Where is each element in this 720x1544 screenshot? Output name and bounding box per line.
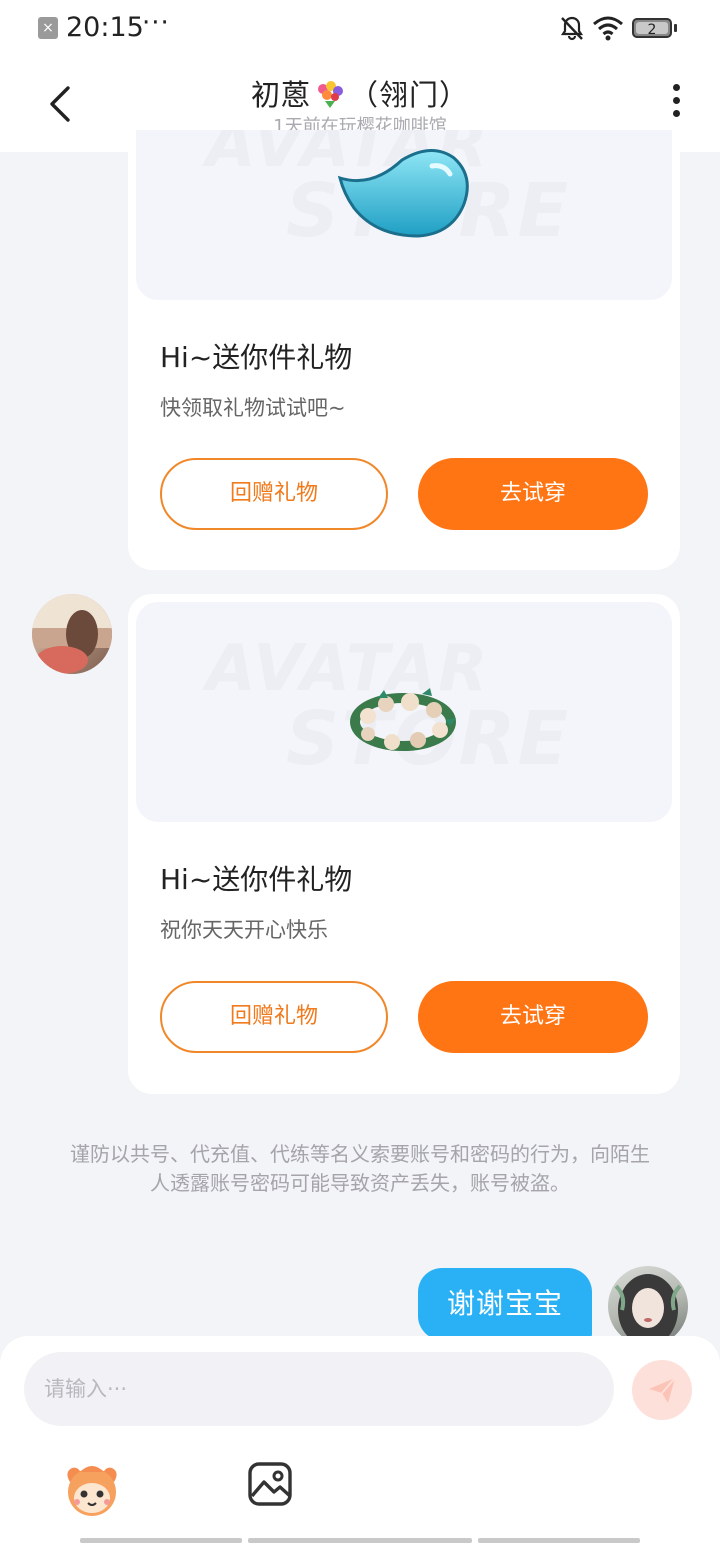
input-bar: 请输入···: [0, 1336, 720, 1544]
contact-name: 初蒽: [250, 78, 311, 112]
security-warning: 谨防以共号、代充值、代练等名义索要账号和密码的行为，向陌生人透露账号密码可能导致…: [70, 1142, 650, 1195]
send-button[interactable]: [632, 1360, 692, 1420]
message-input[interactable]: 请输入···: [24, 1352, 614, 1426]
notification-icon: ×: [38, 17, 58, 39]
emoji-sticker-button[interactable]: [60, 1458, 124, 1522]
battery-icon: 2: [632, 18, 672, 38]
status-time: 20:15: [66, 12, 144, 43]
my-avatar[interactable]: [608, 1266, 688, 1346]
gift-item-image: [337, 149, 469, 238]
gift-card-message: 祝你天天开心快乐: [160, 918, 328, 942]
wifi-icon: [593, 16, 623, 41]
mute-bell-icon: [560, 16, 584, 41]
friend-avatar[interactable]: [32, 594, 112, 674]
bouquet-emoji-icon: [318, 81, 343, 108]
status-bar: × 20:15 ··· 2: [0, 0, 720, 58]
gift-card-message: 快领取礼物试试吧~: [160, 396, 346, 420]
image-picker-icon[interactable]: [246, 1460, 294, 1508]
gift-card-title: Hi~送你件礼物: [160, 863, 353, 896]
gift-card-title: Hi~送你件礼物: [160, 341, 353, 374]
gift-card: AVATAR STORE Hi~送你件礼物 祝你天天开心快乐 回赠礼物 去试穿: [128, 594, 680, 1094]
return-gift-button[interactable]: 回赠礼物: [160, 458, 388, 530]
gift-card: AVATAR STORE Hi~送你件礼物 快领取礼物试试吧~ 回赠礼物 去试穿: [128, 130, 680, 570]
nav-indicator: [478, 1538, 640, 1543]
status-dots: ···: [142, 8, 170, 38]
contact-tag: （翎门）: [349, 78, 470, 112]
gift-item-image: [350, 688, 456, 751]
try-on-button[interactable]: 去试穿: [418, 458, 648, 530]
gift-preview[interactable]: AVATAR STORE: [136, 602, 672, 822]
nav-indicator: [248, 1538, 472, 1543]
try-on-button[interactable]: 去试穿: [418, 981, 648, 1053]
send-icon: [649, 1377, 676, 1403]
more-options-button[interactable]: [662, 84, 690, 126]
battery-cap: [674, 24, 677, 32]
chat-title: 初蒽 （翎门）: [0, 72, 720, 114]
return-gift-button[interactable]: 回赠礼物: [160, 981, 388, 1053]
battery-level: 2: [647, 22, 657, 38]
gift-preview[interactable]: AVATAR STORE: [136, 130, 672, 300]
nav-indicator: [80, 1538, 242, 1543]
outgoing-message-bubble[interactable]: 谢谢宝宝: [418, 1268, 592, 1340]
